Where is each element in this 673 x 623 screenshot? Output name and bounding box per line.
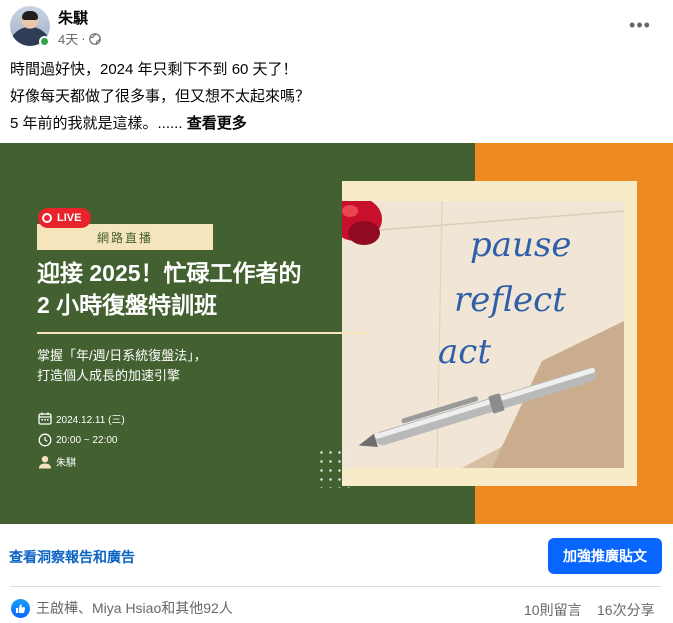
title-divider: [37, 332, 367, 334]
post-line-1: 時間過好快，2024 年只剩下不到 60 天了！: [10, 61, 298, 78]
comments-count[interactable]: 10則留言: [524, 600, 582, 620]
more-icon: •••: [629, 14, 651, 35]
post-time[interactable]: 4天: [58, 29, 78, 48]
clock-icon: [38, 433, 52, 447]
event-banner[interactable]: pause reflect act LIVE 網路直播 迎接 2025！忙碌工作…: [0, 143, 673, 524]
person-icon: [39, 455, 51, 468]
live-badge: LIVE: [38, 208, 92, 228]
avatar-hair: [22, 11, 38, 20]
course-subtitle: 掌握「年/週/日系統復盤法」， 打造個人成長的加速引擎: [37, 346, 337, 386]
post-actions: 查看洞察報告和廣告 加強推廣貼文: [0, 531, 673, 583]
photo-illustration: pause reflect act: [342, 201, 624, 468]
reactions-summary[interactable]: 王啟樺、Miya Hsiao和其他92人: [11, 598, 233, 618]
footer-divider: [10, 586, 661, 587]
insights-link[interactable]: 查看洞察報告和廣告: [9, 547, 135, 567]
meta-separator: ·: [81, 31, 86, 46]
event-date: 2024.12.11 (三): [56, 415, 125, 426]
post-text: 時間過好快，2024 年只剩下不到 60 天了！ 好像每天都做了很多事，但又想不…: [10, 56, 660, 137]
event-host-row: 朱騏: [38, 454, 76, 469]
event-time: 20:00 ~ 22:00: [56, 434, 118, 446]
post-line-3-text: 5 年前的我就是這樣。......: [10, 115, 183, 132]
author-name[interactable]: 朱騏: [58, 7, 88, 28]
reactions-text: 王啟樺、Miya Hsiao和其他92人: [36, 600, 233, 616]
post-header: 朱騏 4天 · •••: [0, 0, 673, 52]
post-line-2: 好像每天都做了很多事，但又想不太起來嗎？: [10, 88, 311, 105]
event-time-row: 20:00 ~ 22:00: [38, 433, 117, 447]
boost-post-button[interactable]: 加強推廣貼文: [548, 538, 662, 574]
post-meta: 4天 ·: [58, 29, 101, 48]
globe-icon[interactable]: [88, 32, 101, 45]
course-title-line-2: 2 小時復盤特訓班: [37, 292, 218, 318]
course-title-line-1: 迎接 2025！忙碌工作者的: [37, 260, 302, 286]
post-footer: 王啟樺、Miya Hsiao和其他92人 10則留言 16次分享: [0, 592, 673, 623]
more-options-button[interactable]: •••: [626, 11, 654, 39]
photo-word-reflect: reflect: [454, 280, 566, 320]
shares-count[interactable]: 16次分享: [597, 600, 655, 620]
see-more-link[interactable]: 查看更多: [187, 115, 247, 132]
online-status-dot: [39, 36, 50, 47]
live-dot-icon: [42, 213, 52, 223]
photo-word-pause: pause: [470, 225, 572, 265]
calendar-icon: [38, 412, 52, 425]
banner-photo: pause reflect act: [342, 201, 624, 468]
course-subtitle-line-2: 打造個人成長的加速引擎: [37, 368, 181, 383]
course-subtitle-line-1: 掌握「年/週/日系統復盤法」，: [37, 348, 207, 363]
event-date-row: 2024.12.11 (三): [38, 411, 125, 426]
like-icon: [11, 598, 30, 618]
decorative-dots: [317, 448, 353, 488]
live-label: LIVE: [57, 212, 82, 224]
course-title: 迎接 2025！忙碌工作者的 2 小時復盤特訓班: [37, 257, 347, 321]
post-line-3: 5 年前的我就是這樣。...... 查看更多: [10, 110, 660, 137]
event-host: 朱騏: [56, 458, 76, 469]
photo-word-act: act: [438, 332, 491, 372]
